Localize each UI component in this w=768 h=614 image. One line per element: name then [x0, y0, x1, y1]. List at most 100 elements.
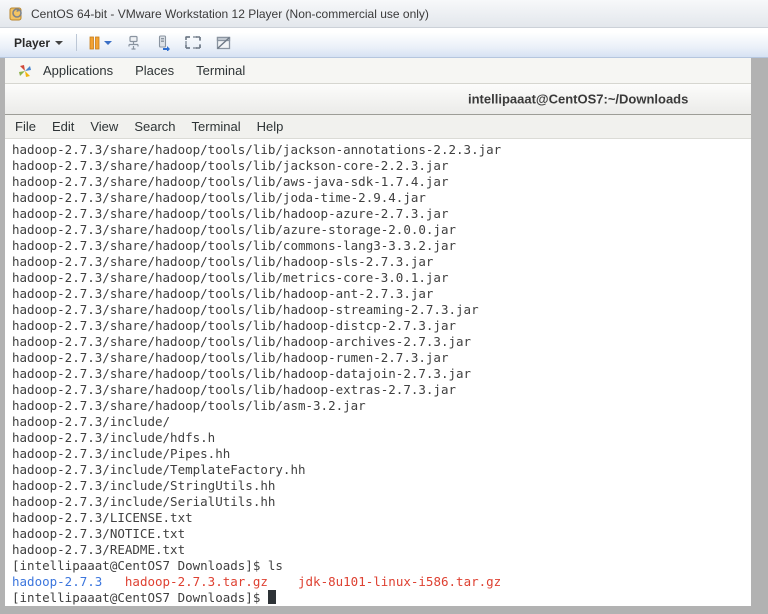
terminal-text: hadoop-2.7.3/share/hadoop/tools/lib/asm-…: [12, 398, 366, 413]
terminal-text-red: jdk-8u101-linux-i586.tar.gz: [298, 574, 502, 589]
terminal-text: hadoop-2.7.3/share/hadoop/tools/lib/hado…: [12, 366, 472, 381]
terminal-window-title: intellipaaat@CentOS7:~/Downloads: [468, 91, 689, 107]
player-menu-label: Player: [14, 35, 51, 50]
menu-file[interactable]: File: [7, 115, 44, 138]
terminal-line: hadoop-2.7.3/share/hadoop/tools/lib/hado…: [12, 350, 751, 366]
terminal-line: hadoop-2.7.3/share/hadoop/tools/lib/asm-…: [12, 398, 751, 414]
player-menu-button[interactable]: Player: [10, 33, 67, 53]
panel-menu-places[interactable]: Places: [124, 58, 185, 83]
suspend-button[interactable]: [86, 34, 114, 52]
terminal-text: hadoop-2.7.3/share/hadoop/tools/lib/hado…: [12, 286, 434, 301]
fullscreen-button[interactable]: [182, 33, 204, 52]
terminal-text: hadoop-2.7.3/share/hadoop/tools/lib/azur…: [12, 222, 457, 237]
fullscreen-icon: [184, 35, 202, 50]
menu-edit[interactable]: Edit: [44, 115, 82, 138]
terminal-line: hadoop-2.7.3/share/hadoop/tools/lib/aws-…: [12, 174, 751, 190]
terminal-text: hadoop-2.7.3/share/hadoop/tools/lib/comm…: [12, 238, 457, 253]
unity-icon: [215, 35, 232, 51]
terminal-line: hadoop-2.7.3/NOTICE.txt: [12, 526, 751, 542]
vm-viewport: Applications Places Terminal intellipaaa…: [0, 58, 768, 614]
terminal-menubar: File Edit View Search Terminal Help: [5, 115, 751, 139]
send-ctrl-alt-del-icon: [125, 35, 142, 51]
terminal-line: hadoop-2.7.3/share/hadoop/tools/lib/hado…: [12, 254, 751, 270]
menu-search[interactable]: Search: [126, 115, 183, 138]
terminal-text: [intellipaaat@CentOS7 Downloads]$: [12, 590, 268, 605]
terminal-line: [intellipaaat@CentOS7 Downloads]$ ls: [12, 558, 751, 574]
terminal-text: hadoop-2.7.3/share/hadoop/tools/lib/joda…: [12, 190, 426, 205]
terminal-line: hadoop-2.7.3/LICENSE.txt: [12, 510, 751, 526]
vm-screen: Applications Places Terminal intellipaaa…: [5, 58, 751, 606]
vmware-player-icon: [9, 6, 24, 21]
terminal-text: hadoop-2.7.3/share/hadoop/tools/lib/hado…: [12, 254, 434, 269]
menu-view[interactable]: View: [82, 115, 126, 138]
terminal-text: hadoop-2.7.3/share/hadoop/tools/lib/jack…: [12, 142, 502, 157]
terminal-line: hadoop-2.7.3/share/hadoop/tools/lib/jack…: [12, 142, 751, 158]
gnome-top-panel: Applications Places Terminal: [5, 58, 751, 84]
terminal-text: hadoop-2.7.3/NOTICE.txt: [12, 526, 186, 541]
unity-button[interactable]: [213, 33, 234, 53]
terminal-line: hadoop-2.7.3/include/: [12, 414, 751, 430]
terminal-line: hadoop-2.7.3/include/hdfs.h: [12, 430, 751, 446]
terminal-text: hadoop-2.7.3/include/hdfs.h: [12, 430, 216, 445]
panel-menu-terminal[interactable]: Terminal: [185, 58, 256, 83]
terminal-line: [intellipaaat@CentOS7 Downloads]$: [12, 590, 751, 606]
pause-icon: [88, 36, 101, 50]
terminal-line: hadoop-2.7.3/share/hadoop/tools/lib/joda…: [12, 190, 751, 206]
terminal-output[interactable]: hadoop-2.7.3/share/hadoop/tools/lib/jack…: [5, 139, 751, 606]
panel-menu-applications[interactable]: Applications: [32, 58, 124, 83]
terminal-line: hadoop-2.7.3/share/hadoop/tools/lib/hado…: [12, 382, 751, 398]
terminal-text: hadoop-2.7.3/README.txt: [12, 542, 186, 557]
send-ctrl-alt-del-button[interactable]: [123, 33, 144, 53]
terminal-text: hadoop-2.7.3/include/StringUtils.hh: [12, 478, 276, 493]
window-title: CentOS 64-bit - VMware Workstation 12 Pl…: [31, 6, 429, 21]
terminal-text-red: hadoop-2.7.3.tar.gz: [124, 574, 268, 589]
devices-button[interactable]: [153, 33, 173, 53]
terminal-text: hadoop-2.7.3/share/hadoop/tools/lib/hado…: [12, 318, 457, 333]
terminal-line: hadoop-2.7.3/share/hadoop/tools/lib/hado…: [12, 366, 751, 382]
chevron-down-icon: [55, 40, 64, 45]
terminal-line: hadoop-2.7.3/include/SerialUtils.hh: [12, 494, 751, 510]
terminal-text: hadoop-2.7.3/LICENSE.txt: [12, 510, 193, 525]
terminal-line: hadoop-2.7.3/include/Pipes.hh: [12, 446, 751, 462]
vmware-toolbar: Player: [0, 28, 768, 58]
terminal-line: hadoop-2.7.3/share/hadoop/tools/lib/hado…: [12, 334, 751, 350]
terminal-line: hadoop-2.7.3/README.txt: [12, 542, 751, 558]
terminal-text: [intellipaaat@CentOS7 Downloads]$ ls: [12, 558, 283, 573]
terminal-line: hadoop-2.7.3/share/hadoop/tools/lib/azur…: [12, 222, 751, 238]
terminal-line: hadoop-2.7.3/include/TemplateFactory.hh: [12, 462, 751, 478]
menu-terminal[interactable]: Terminal: [184, 115, 249, 138]
terminal-text: hadoop-2.7.3/share/hadoop/tools/lib/hado…: [12, 382, 457, 397]
terminal-line: hadoop-2.7.3 hadoop-2.7.3.tar.gz jdk-8u1…: [12, 574, 751, 590]
terminal-line: hadoop-2.7.3/share/hadoop/tools/lib/jack…: [12, 158, 751, 174]
terminal-cursor: [267, 590, 276, 604]
terminal-text: hadoop-2.7.3/share/hadoop/tools/lib/jack…: [12, 158, 449, 173]
terminal-text: hadoop-2.7.3/share/hadoop/tools/lib/hado…: [12, 206, 449, 221]
terminal-text: hadoop-2.7.3/share/hadoop/tools/lib/hado…: [12, 350, 449, 365]
terminal-line: hadoop-2.7.3/share/hadoop/tools/lib/hado…: [12, 302, 751, 318]
terminal-text-blue: hadoop-2.7.3: [12, 574, 103, 589]
vmware-titlebar: CentOS 64-bit - VMware Workstation 12 Pl…: [0, 0, 768, 28]
terminal-text: hadoop-2.7.3/share/hadoop/tools/lib/metr…: [12, 270, 449, 285]
terminal-text: hadoop-2.7.3/include/TemplateFactory.hh: [12, 462, 306, 477]
devices-icon: [155, 34, 171, 51]
chevron-down-icon: [104, 40, 113, 45]
terminal-line: hadoop-2.7.3/share/hadoop/tools/lib/hado…: [12, 206, 751, 222]
terminal-text: hadoop-2.7.3/share/hadoop/tools/lib/hado…: [12, 302, 479, 317]
terminal-line: hadoop-2.7.3/share/hadoop/tools/lib/hado…: [12, 286, 751, 302]
terminal-text: hadoop-2.7.3/share/hadoop/tools/lib/hado…: [12, 334, 472, 349]
terminal-text: hadoop-2.7.3/share/hadoop/tools/lib/aws-…: [12, 174, 449, 189]
centos-applications-icon: [18, 64, 32, 78]
toolbar-divider: [76, 34, 78, 51]
terminal-line: hadoop-2.7.3/share/hadoop/tools/lib/metr…: [12, 270, 751, 286]
vmware-window: CentOS 64-bit - VMware Workstation 12 Pl…: [0, 0, 768, 614]
terminal-line: hadoop-2.7.3/include/StringUtils.hh: [12, 478, 751, 494]
terminal-text: hadoop-2.7.3/include/: [12, 414, 171, 429]
terminal-text: hadoop-2.7.3/include/Pipes.hh: [12, 446, 231, 461]
terminal-line: hadoop-2.7.3/share/hadoop/tools/lib/hado…: [12, 318, 751, 334]
menu-help[interactable]: Help: [249, 115, 292, 138]
terminal-line: hadoop-2.7.3/share/hadoop/tools/lib/comm…: [12, 238, 751, 254]
terminal-titlebar[interactable]: intellipaaat@CentOS7:~/Downloads: [5, 84, 751, 115]
terminal-text: hadoop-2.7.3/include/SerialUtils.hh: [12, 494, 276, 509]
